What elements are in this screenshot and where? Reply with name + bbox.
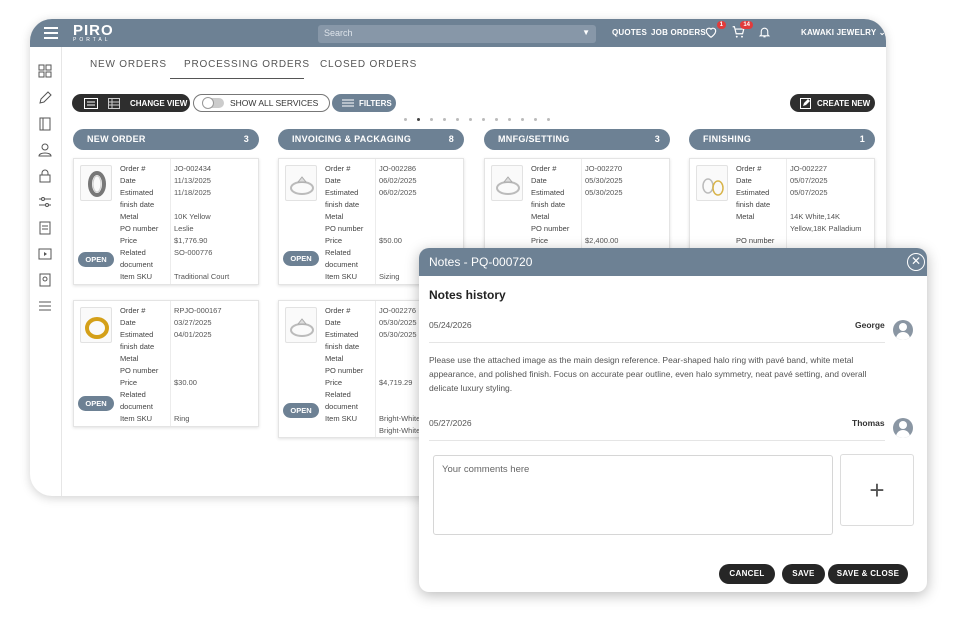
card-labels: Order # Date Estimated finish date Metal PO … bbox=[531, 164, 570, 245]
create-new-button[interactable]: CREATE NEW bbox=[790, 94, 875, 112]
card-values: RPJO-000167 03/27/2025 04/01/2025 $30.00 Rin… bbox=[174, 306, 222, 423]
toggle-switch[interactable] bbox=[202, 97, 224, 109]
ring-image bbox=[696, 165, 728, 201]
search-placeholder: Search bbox=[324, 28, 353, 38]
ring-image bbox=[80, 307, 112, 343]
column-count: 8 bbox=[448, 134, 454, 144]
filters-label: FILTERS bbox=[359, 98, 392, 108]
card-labels: Order # Date Estimated finish date Metal PO … bbox=[325, 164, 364, 281]
user-icon[interactable] bbox=[38, 143, 52, 157]
tab-closed-orders[interactable]: CLOSED ORDERS bbox=[320, 59, 417, 70]
column-count: 1 bbox=[859, 134, 865, 144]
card-values: JO-002434 11/13/2025 11/18/2025 10K Yellow L… bbox=[174, 164, 230, 281]
nav-quotes[interactable]: QUOTES bbox=[612, 28, 647, 37]
column-finishing[interactable]: FINISHING 1 bbox=[689, 129, 875, 150]
open-button[interactable]: OPEN bbox=[78, 252, 114, 267]
column-count: 3 bbox=[654, 134, 660, 144]
tab-new-orders[interactable]: NEW ORDERS bbox=[90, 59, 167, 70]
sidebar bbox=[30, 47, 62, 496]
account-name: KAWAKI JEWELRY bbox=[801, 28, 877, 37]
video-icon[interactable] bbox=[38, 247, 52, 261]
open-button[interactable]: OPEN bbox=[78, 396, 114, 411]
notes-history-title: Notes history bbox=[429, 288, 506, 302]
save-button[interactable]: SAVE bbox=[782, 564, 825, 584]
column-new-order[interactable]: NEW ORDER 3 bbox=[73, 129, 259, 150]
filter-icon bbox=[342, 99, 354, 107]
heart-icon[interactable]: 1 bbox=[704, 21, 726, 41]
settings-sliders-icon[interactable] bbox=[38, 299, 52, 313]
lock-icon[interactable] bbox=[38, 169, 52, 183]
top-bar: PIRO PORTAL Search ▼ QUOTES JOB ORDERS 1… bbox=[30, 19, 886, 47]
modal-title: Notes - PQ-000720 bbox=[429, 255, 533, 269]
card-labels: Order # Date Estimated finish date Metal PO … bbox=[120, 164, 159, 281]
menu-icon[interactable] bbox=[44, 27, 58, 39]
ring-image bbox=[285, 307, 317, 343]
column-invoicing-packaging[interactable]: INVOICING & PACKAGING 8 bbox=[278, 129, 464, 150]
card-labels: Order # Date Estimated finish date Metal PO … bbox=[736, 164, 775, 245]
note-author: George bbox=[855, 320, 885, 330]
cart-badge: 14 bbox=[740, 21, 753, 29]
close-icon[interactable]: ✕ bbox=[907, 253, 925, 271]
ring-image bbox=[491, 165, 523, 201]
wishlist-badge: 1 bbox=[716, 21, 726, 29]
grid-view-icon bbox=[108, 97, 120, 109]
filters-button[interactable]: FILTERS bbox=[332, 94, 396, 112]
cancel-button[interactable]: CANCEL bbox=[719, 564, 775, 584]
sliders-icon[interactable] bbox=[38, 195, 52, 209]
add-attachment-button[interactable]: + bbox=[840, 454, 914, 526]
new-document-icon bbox=[800, 97, 811, 109]
account-menu[interactable]: KAWAKI JEWELRY ⌄ bbox=[801, 28, 886, 37]
ring-image bbox=[80, 165, 112, 201]
card-labels: Order # Date Estimated finish date Metal PO … bbox=[120, 306, 159, 423]
note-text: Please use the attached image as the mai… bbox=[429, 355, 867, 393]
dashboard-icon[interactable] bbox=[38, 64, 52, 78]
column-count: 3 bbox=[243, 134, 249, 144]
open-button[interactable]: OPEN bbox=[283, 403, 319, 418]
logo: PIRO PORTAL bbox=[73, 23, 114, 43]
show-all-services-toggle[interactable]: SHOW ALL SERVICES bbox=[193, 94, 330, 112]
tab-processing-orders[interactable]: PROCESSING ORDERS bbox=[170, 59, 309, 79]
column-title: INVOICING & PACKAGING bbox=[292, 134, 412, 144]
order-card[interactable]: OPEN Order # Date Estimated finish date Met… bbox=[73, 300, 259, 427]
search-input[interactable]: Search ▼ bbox=[318, 25, 596, 43]
create-new-label: CREATE NEW bbox=[817, 98, 871, 108]
column-mnfg-setting[interactable]: MNFG/SETTING 3 bbox=[484, 129, 670, 150]
note-date: 05/27/2026 bbox=[429, 418, 472, 428]
card-values: JO-002270 05/30/2025 05/30/2025 $2,400.00 bbox=[585, 164, 623, 245]
column-title: FINISHING bbox=[703, 134, 752, 144]
bell-icon[interactable] bbox=[758, 25, 774, 41]
cart-icon[interactable]: 14 bbox=[731, 21, 753, 41]
card-labels: Order # Date Estimated finish date Metal PO … bbox=[325, 306, 364, 423]
chevron-down-icon: ⌄ bbox=[878, 28, 886, 37]
avatar-icon bbox=[893, 320, 913, 340]
save-close-button[interactable]: SAVE & CLOSE bbox=[828, 564, 908, 584]
avatar-icon bbox=[893, 418, 913, 438]
modal-header: Notes - PQ-000720 ✕ bbox=[419, 248, 927, 276]
show-all-services-label: SHOW ALL SERVICES bbox=[230, 98, 319, 108]
note-date: 05/24/2026 bbox=[429, 320, 472, 330]
nav-job-orders[interactable]: JOB ORDERS bbox=[651, 28, 706, 37]
card-values: JO-002227 05/07/2025 05/07/2025 14K White,1… bbox=[790, 164, 862, 233]
open-button[interactable]: OPEN bbox=[283, 251, 319, 266]
list-view-icon bbox=[84, 97, 98, 109]
report-icon[interactable] bbox=[38, 273, 52, 287]
comment-textarea[interactable]: Your comments here bbox=[433, 455, 833, 535]
logo-main: PIRO bbox=[73, 22, 114, 39]
column-title: NEW ORDER bbox=[87, 134, 146, 144]
document-icon[interactable] bbox=[38, 221, 52, 235]
column-title: MNFG/SETTING bbox=[498, 134, 570, 144]
change-view-button[interactable]: CHANGE VIEW bbox=[72, 94, 190, 112]
ring-image bbox=[285, 165, 317, 201]
logo-sub: PORTAL bbox=[73, 37, 111, 43]
notes-modal: Notes - PQ-000720 ✕ Notes history 05/24/… bbox=[419, 248, 927, 592]
order-card[interactable]: OPEN Order # Date Estimated finish date Met… bbox=[73, 158, 259, 285]
comment-placeholder: Your comments here bbox=[442, 464, 530, 475]
chevron-down-icon[interactable]: ▼ bbox=[582, 28, 590, 37]
change-view-label: CHANGE VIEW bbox=[130, 98, 188, 108]
book-icon[interactable] bbox=[38, 117, 52, 131]
note-author: Thomas bbox=[852, 418, 885, 428]
edit-icon[interactable] bbox=[38, 91, 52, 105]
